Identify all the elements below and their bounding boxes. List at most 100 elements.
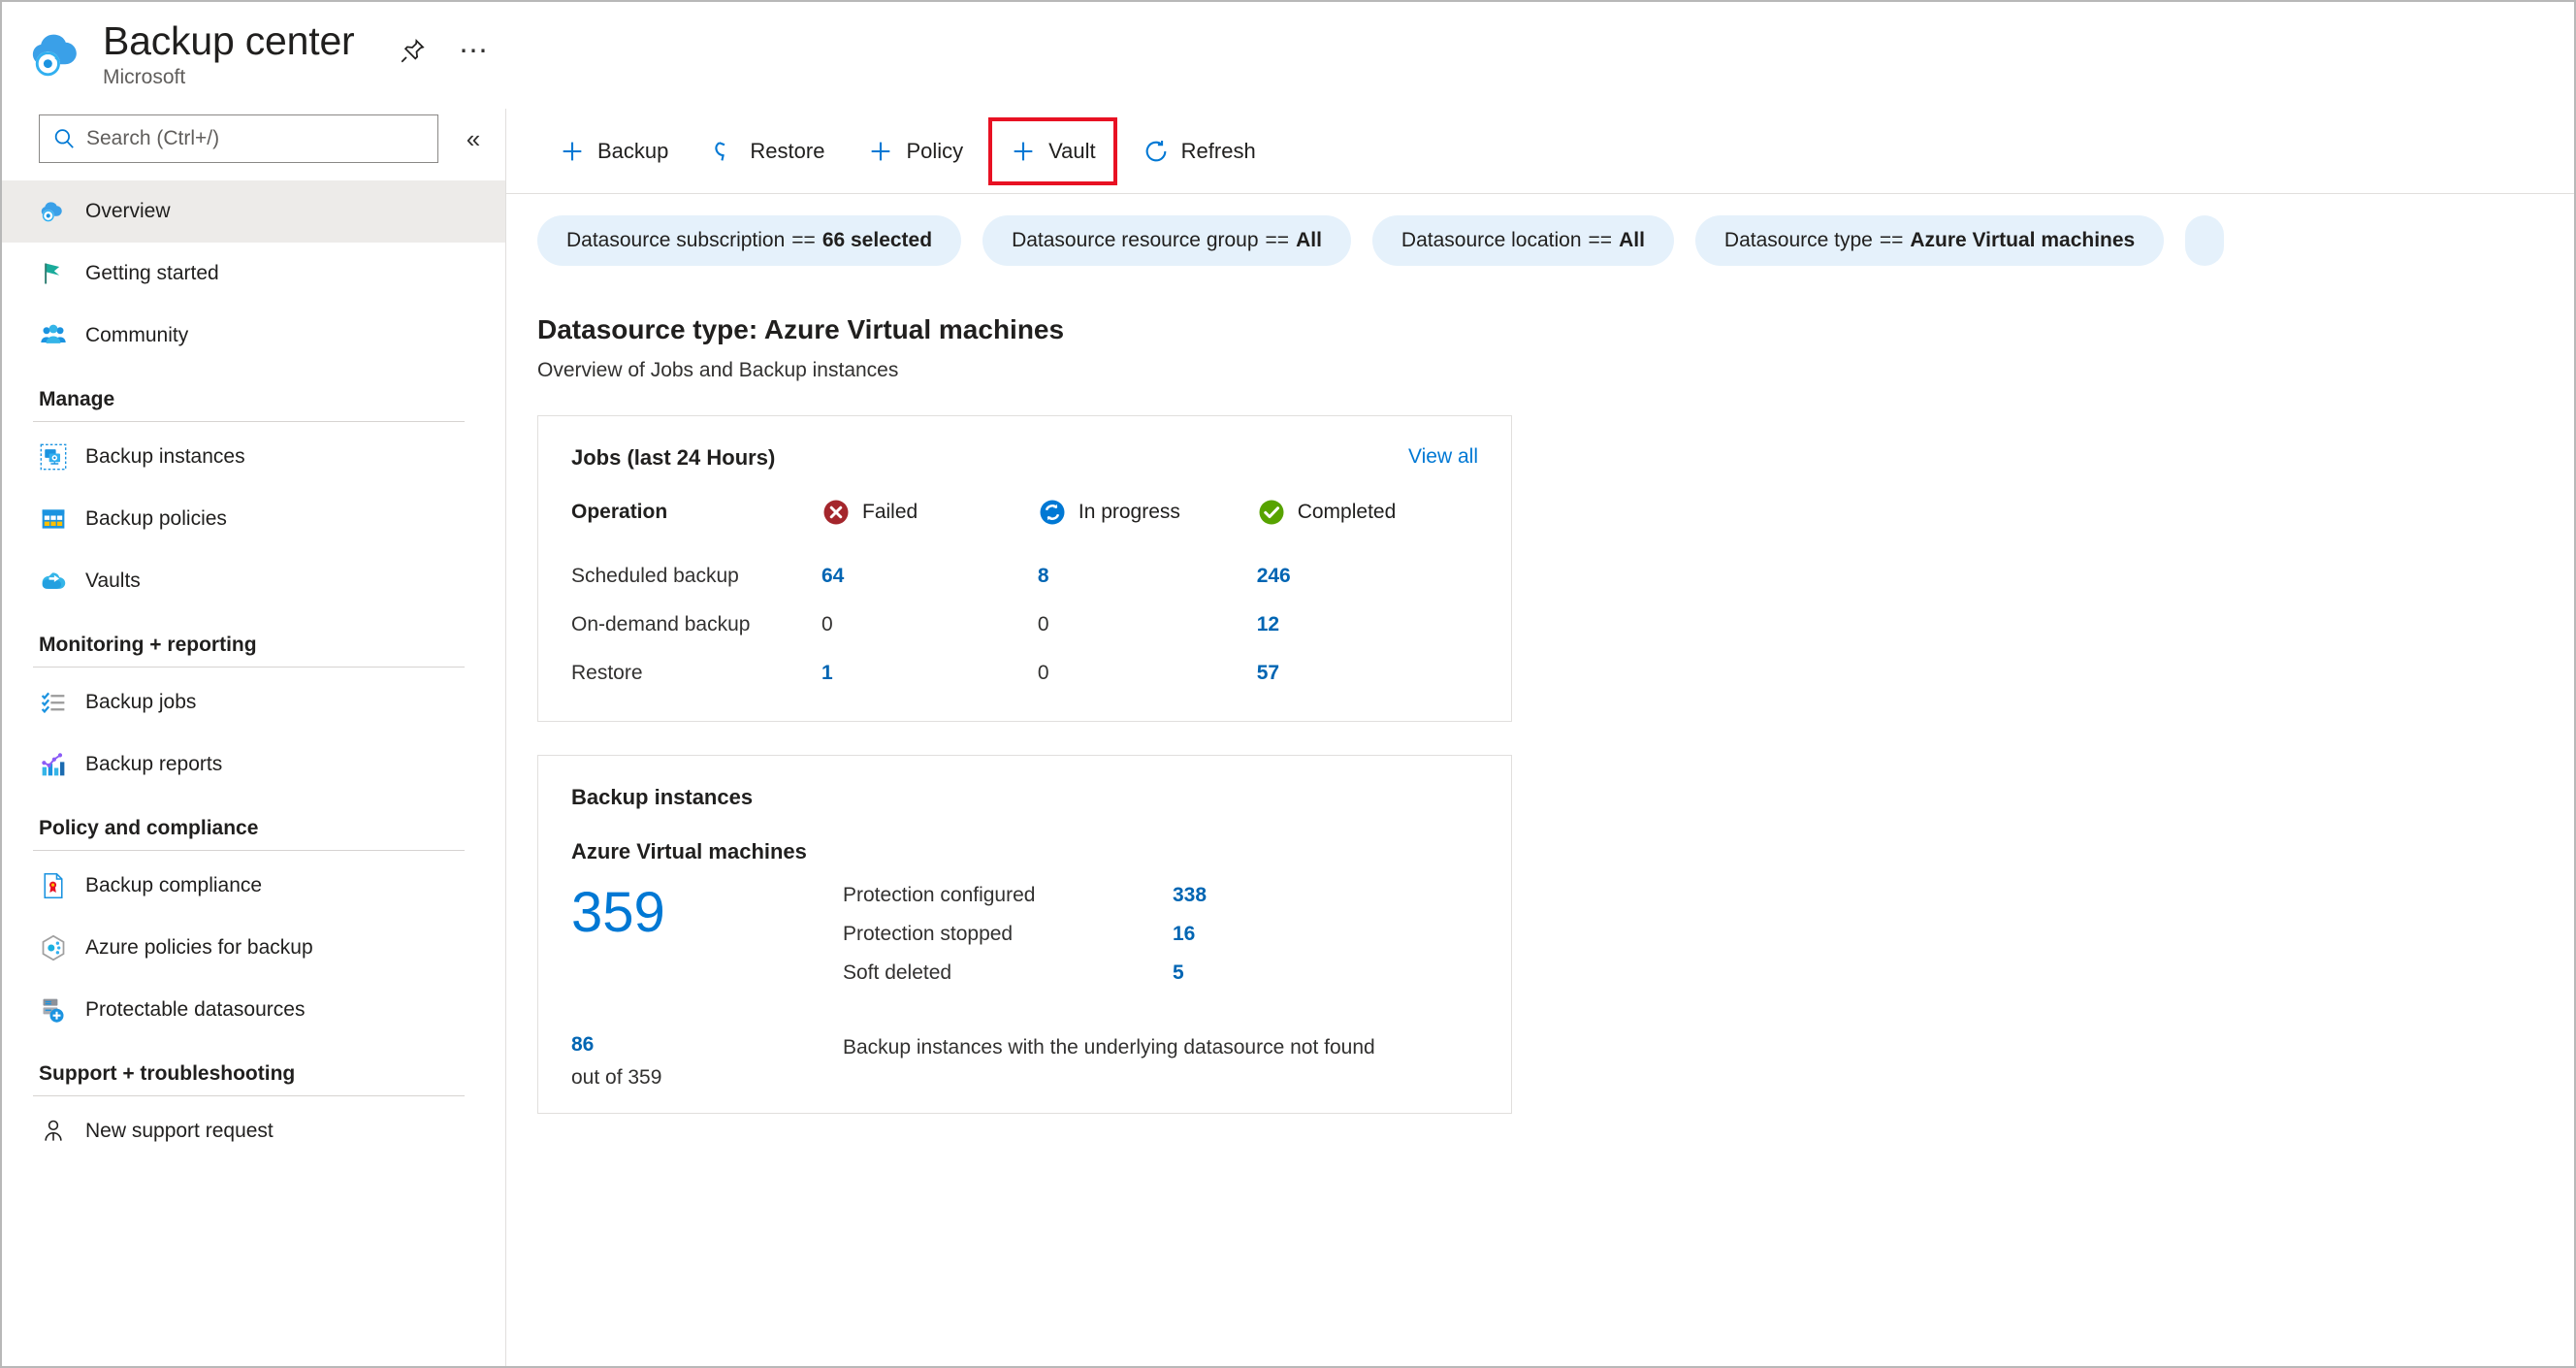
cell-failed[interactable]: 1 — [821, 649, 1038, 698]
filter-chip-datasource-type[interactable]: Datasource type == Azure Virtual machine… — [1694, 215, 2165, 266]
command-label: Policy — [906, 138, 964, 163]
sidebar-item-backup-reports[interactable]: Backup reports — [2, 733, 505, 796]
table-row: Scheduled backup 64 8 246 — [571, 552, 1478, 601]
metric-value[interactable]: 16 — [1173, 923, 1195, 946]
content-area: Datasource type: Azure Virtual machines … — [506, 287, 2574, 1114]
sidebar-search-row: « — [2, 114, 505, 163]
vault-cloud-icon — [39, 567, 68, 596]
sidebar-item-label: Community — [85, 324, 189, 346]
sidebar-group-title: Support + troubleshooting — [39, 1062, 296, 1085]
sidebar-item-overview[interactable]: Overview — [2, 180, 505, 243]
cell-completed[interactable]: 12 — [1257, 601, 1478, 649]
sidebar-group-title: Manage — [39, 388, 115, 410]
metric-row: Protection stopped 16 — [843, 923, 1478, 946]
metric-value[interactable]: 338 — [1173, 884, 1207, 907]
chevron-double-left-icon[interactable]: « — [454, 119, 493, 158]
metric-value[interactable]: 5 — [1173, 961, 1184, 985]
page-title: Backup center — [103, 18, 355, 63]
sidebar-item-label: Vaults — [85, 570, 141, 592]
support-person-icon — [39, 1117, 68, 1146]
flag-icon — [39, 259, 68, 288]
instances-metrics: Protection configured 338 Protection sto… — [843, 884, 1478, 1000]
failed-error-icon — [821, 498, 851, 527]
certificate-document-icon — [39, 871, 68, 900]
column-label: In progress — [1078, 501, 1180, 523]
sidebar: « Overview — [2, 109, 506, 1366]
instances-card-title: Backup instances — [571, 785, 754, 809]
restore-button[interactable]: Restore — [690, 124, 846, 179]
cell-operation: Scheduled backup — [571, 565, 739, 587]
sidebar-item-getting-started[interactable]: Getting started — [2, 243, 505, 305]
bar-chart-icon — [39, 750, 68, 779]
refresh-button[interactable]: Refresh — [1121, 124, 1277, 179]
sidebar-item-vaults[interactable]: Vaults — [2, 550, 505, 612]
brand-text: Backup center Microsoft — [103, 19, 355, 89]
filter-name: Datasource type — [1723, 229, 1873, 251]
sidebar-item-azure-policies-for-backup[interactable]: Azure policies for backup — [2, 917, 505, 979]
app-window: Backup center Microsoft ⋯ Search (Ctrl+/… — [0, 0, 2576, 1368]
sidebar-item-backup-jobs[interactable]: Backup jobs — [2, 671, 505, 733]
restore-undo-icon — [711, 138, 738, 165]
vault-button[interactable]: Vault — [988, 116, 1117, 185]
filter-chip-datasource-location[interactable]: Datasource location == All — [1371, 215, 1674, 266]
sidebar-item-new-support-request[interactable]: New support request — [2, 1100, 505, 1162]
cell-completed[interactable]: 57 — [1257, 649, 1478, 698]
page-header: Backup center Microsoft ⋯ — [2, 2, 2574, 109]
sidebar-item-label: Backup reports — [85, 753, 223, 775]
cell-failed[interactable]: 64 — [821, 552, 1038, 601]
cell-in-progress: 0 — [1037, 613, 1049, 635]
metric-label: Protection stopped — [843, 923, 1014, 945]
datasource-server-plus-icon — [39, 995, 68, 1025]
ellipsis-icon[interactable]: ⋯ — [458, 35, 491, 68]
sidebar-item-label: Azure policies for backup — [85, 936, 313, 959]
divider — [33, 850, 465, 851]
filter-operator: == — [1588, 229, 1613, 251]
search-icon — [51, 126, 77, 151]
sidebar-item-community[interactable]: Community — [2, 305, 505, 367]
not-found-out-of: out of 359 — [571, 1066, 662, 1089]
filter-chip-datasource-resource-group[interactable]: Datasource resource group == All — [982, 215, 1351, 266]
backup-button[interactable]: Backup — [537, 124, 690, 179]
table-row: On-demand backup 0 0 12 — [571, 601, 1478, 649]
filter-chip-overflow[interactable] — [2185, 215, 2225, 266]
policy-button[interactable]: Policy — [846, 124, 984, 179]
sidebar-item-backup-instances[interactable]: Backup instances — [2, 426, 505, 488]
pin-icon[interactable] — [396, 35, 429, 68]
backup-instances-icon — [39, 442, 68, 472]
search-box[interactable] — [39, 114, 438, 163]
filter-value: All — [1619, 229, 1645, 251]
cell-failed: 0 — [821, 613, 833, 635]
filter-chip-datasource-subscription[interactable]: Datasource subscription == 66 selected — [537, 215, 962, 266]
filter-chip-bar: Datasource subscription == 66 selected D… — [506, 194, 2574, 287]
sidebar-item-label: New support request — [85, 1120, 274, 1142]
sidebar-group-support: Support + troubleshooting — [2, 1062, 505, 1096]
sidebar-item-protectable-datasources[interactable]: Protectable datasources — [2, 979, 505, 1041]
metric-label: Protection configured — [843, 884, 1036, 906]
instances-summary: 359 Protection configured 338 Protection… — [571, 881, 1478, 1000]
sidebar-item-backup-compliance[interactable]: Backup compliance — [2, 855, 505, 917]
view-all-link[interactable]: View all — [1408, 445, 1478, 469]
cell-completed[interactable]: 246 — [1257, 552, 1478, 601]
cell-in-progress[interactable]: 8 — [1038, 552, 1257, 601]
divider — [33, 421, 465, 422]
sidebar-group-title: Policy and compliance — [39, 817, 259, 839]
filter-operator: == — [1265, 229, 1290, 251]
search-input[interactable] — [84, 126, 426, 151]
filter-value: All — [1296, 229, 1322, 251]
metric-row: Protection configured 338 — [843, 884, 1478, 907]
instances-total: 359 — [571, 881, 665, 944]
sidebar-item-label: Backup instances — [85, 445, 245, 468]
column-label: Completed — [1297, 501, 1397, 523]
not-found-count[interactable]: 86 — [571, 1033, 843, 1057]
people-icon — [39, 321, 68, 350]
sidebar-group-title: Monitoring + reporting — [39, 634, 257, 656]
command-label: Refresh — [1180, 138, 1256, 163]
section-subtitle: Overview of Jobs and Backup instances — [537, 359, 899, 381]
plus-icon — [559, 138, 586, 165]
jobs-card-header: Jobs (last 24 Hours) View all — [571, 445, 1478, 471]
sidebar-item-backup-policies[interactable]: Backup policies — [2, 488, 505, 550]
divider — [33, 667, 465, 668]
checklist-icon — [39, 688, 68, 717]
filter-name: Datasource resource group — [1012, 229, 1259, 251]
column-header-operation: Operation — [571, 498, 821, 552]
